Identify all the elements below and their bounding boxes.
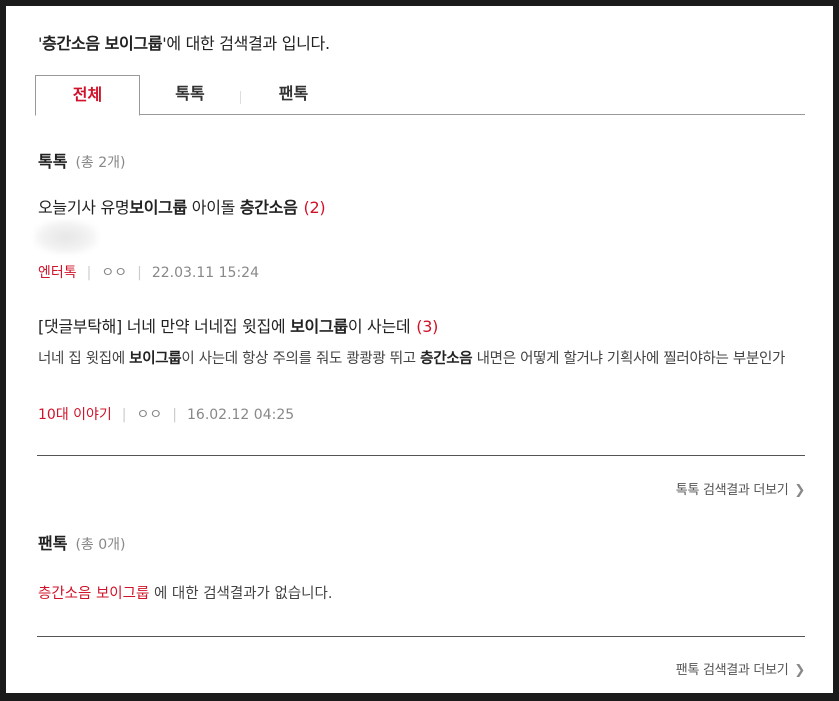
post-category[interactable]: 10대 이야기 xyxy=(38,407,112,423)
post-title-text: [댓글부탁해] 너네 만약 너네집 윗집에 xyxy=(38,317,291,336)
snippet-text: 내면은 어떻게 할거냐 기획사에 찔러야하는 부분인가 xyxy=(472,351,786,367)
post-meta-2: 10대 이야기 | ㅇㅇ | 16.02.12 04:25 xyxy=(38,404,294,424)
post-author: ㅇㅇ xyxy=(136,407,163,423)
heading-keyword-1: 층간소음 xyxy=(42,34,100,53)
more-label: 팬톡 검색결과 더보기 xyxy=(675,663,789,678)
toktok-title: 톡톡 xyxy=(38,152,68,171)
blurred-thumbnail xyxy=(34,220,98,254)
snippet-text: 이 사는데 항상 주의를 줘도 쾅쾅쾅 뛰고 xyxy=(181,351,421,367)
post-author: ㅇㅇ xyxy=(101,265,128,281)
post-title-text: 오늘기사 유명 xyxy=(38,198,130,217)
tab-toktok[interactable]: 톡톡 xyxy=(140,75,240,115)
post-meta-1: 엔터톡 | ㅇㅇ | 22.03.11 15:24 xyxy=(38,262,259,282)
post-category[interactable]: 엔터톡 xyxy=(38,265,77,281)
search-heading: '층간소음 보이그룹'에 대한 검색결과 입니다. xyxy=(38,34,330,53)
post-title-keyword: 보이그룹 xyxy=(129,198,187,217)
chevron-right-icon: ❯ xyxy=(794,663,805,678)
post-date: 22.03.11 15:24 xyxy=(151,265,259,281)
empty-suffix: 에 대한 검색결과가 없습니다. xyxy=(149,586,333,602)
post-title-text: 이 사는데 xyxy=(347,317,411,336)
more-label: 톡톡 검색결과 더보기 xyxy=(675,483,789,498)
post-title-1[interactable]: 오늘기사 유명보이그룹 아이돌 층간소음 (2) xyxy=(38,194,326,218)
empty-keyword: 층간소음 보이그룹 xyxy=(38,586,150,602)
meta-separator: | xyxy=(137,265,142,281)
fantok-more-link[interactable]: 팬톡 검색결과 더보기 ❯ xyxy=(676,659,805,678)
fantok-empty-message: 층간소음 보이그룹 에 대한 검색결과가 없습니다. xyxy=(38,582,332,603)
post-comment-count: (3) xyxy=(416,317,439,336)
meta-separator: | xyxy=(86,265,92,281)
fantok-count: (총 0개) xyxy=(75,537,126,553)
fantok-section-title: 팬톡 (총 0개) xyxy=(38,530,126,554)
toktok-section-title: 톡톡 (총 2개) xyxy=(38,148,126,172)
heading-keyword-2: 보이그룹 xyxy=(104,34,163,53)
post-comment-count: (2) xyxy=(303,198,326,217)
section-divider xyxy=(37,455,805,456)
meta-separator: | xyxy=(172,407,177,423)
post-snippet-2[interactable]: 너네 집 윗집에 보이그룹이 사는데 항상 주의를 줘도 쾅쾅쾅 뛰고 층간소음… xyxy=(38,347,808,371)
chevron-right-icon: ❯ xyxy=(794,483,805,498)
section-divider xyxy=(37,636,805,637)
toktok-more-link[interactable]: 톡톡 검색결과 더보기 ❯ xyxy=(676,479,805,498)
tab-fantok[interactable]: 팬톡 xyxy=(241,75,346,115)
post-title-keyword: 보이그룹 xyxy=(290,317,348,336)
snippet-keyword: 층간소음 xyxy=(420,351,473,367)
heading-suffix: 에 대한 검색결과 입니다. xyxy=(166,34,330,53)
meta-separator: | xyxy=(121,407,127,423)
search-results-panel: '층간소음 보이그룹'에 대한 검색결과 입니다. 전체 톡톡 팬톡 톡톡 (총 … xyxy=(6,6,833,693)
snippet-keyword: 보이그룹 xyxy=(129,351,182,367)
post-title-text: 아이돌 xyxy=(187,198,240,217)
post-title-2[interactable]: [댓글부탁해] 너네 만약 너네집 윗집에 보이그룹이 사는데 (3) xyxy=(38,313,438,337)
result-tabs: 전체 톡톡 팬톡 xyxy=(35,75,805,116)
post-date: 16.02.12 04:25 xyxy=(187,407,295,423)
fantok-title: 팬톡 xyxy=(38,534,68,553)
snippet-text: 너네 집 윗집에 xyxy=(38,351,130,367)
toktok-count: (총 2개) xyxy=(75,155,126,171)
tab-all[interactable]: 전체 xyxy=(35,75,140,116)
post-title-keyword: 층간소음 xyxy=(239,198,298,217)
